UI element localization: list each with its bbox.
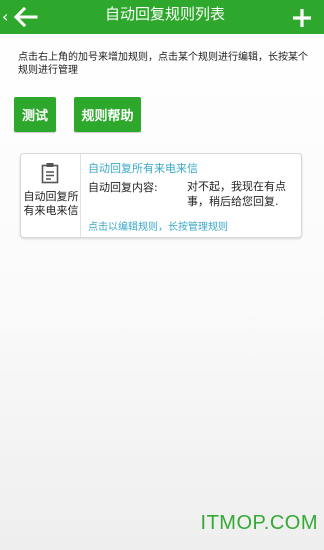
instruction-text: 点击右上角的加号来增加规则，点击某个规则进行编辑，长按某个规则进行管理 [18, 52, 308, 76]
rule-card[interactable]: 自动回复所有来电来信 自动回复所有来电来信 自动回复内容: 对不起，我现在有点事… [20, 153, 302, 238]
watermark: ITMOP.COM [200, 512, 318, 534]
rule-help-button[interactable]: 规则帮助 [74, 97, 141, 132]
rule-action-hint: 点击以编辑规则，长按管理规则 [88, 222, 228, 233]
clipboard-icon [41, 163, 59, 184]
rule-type-panel: 自动回复所有来电来信 [21, 154, 81, 237]
top-bar: ‹ 自动回复规则列表 [0, 0, 324, 34]
page-title: 自动回复规则列表 [104, 5, 225, 23]
reply-content-value: 对不起，我现在有点事，稍后给您回复. [187, 180, 286, 208]
reply-content-label: 自动回复内容: [88, 181, 158, 194]
rule-name: 自动回复所有来电来信 [88, 162, 198, 175]
rule-type-label: 自动回复所有来电来信 [23, 190, 79, 217]
test-button[interactable]: 测试 [14, 97, 56, 132]
plus-icon[interactable] [292, 8, 312, 28]
